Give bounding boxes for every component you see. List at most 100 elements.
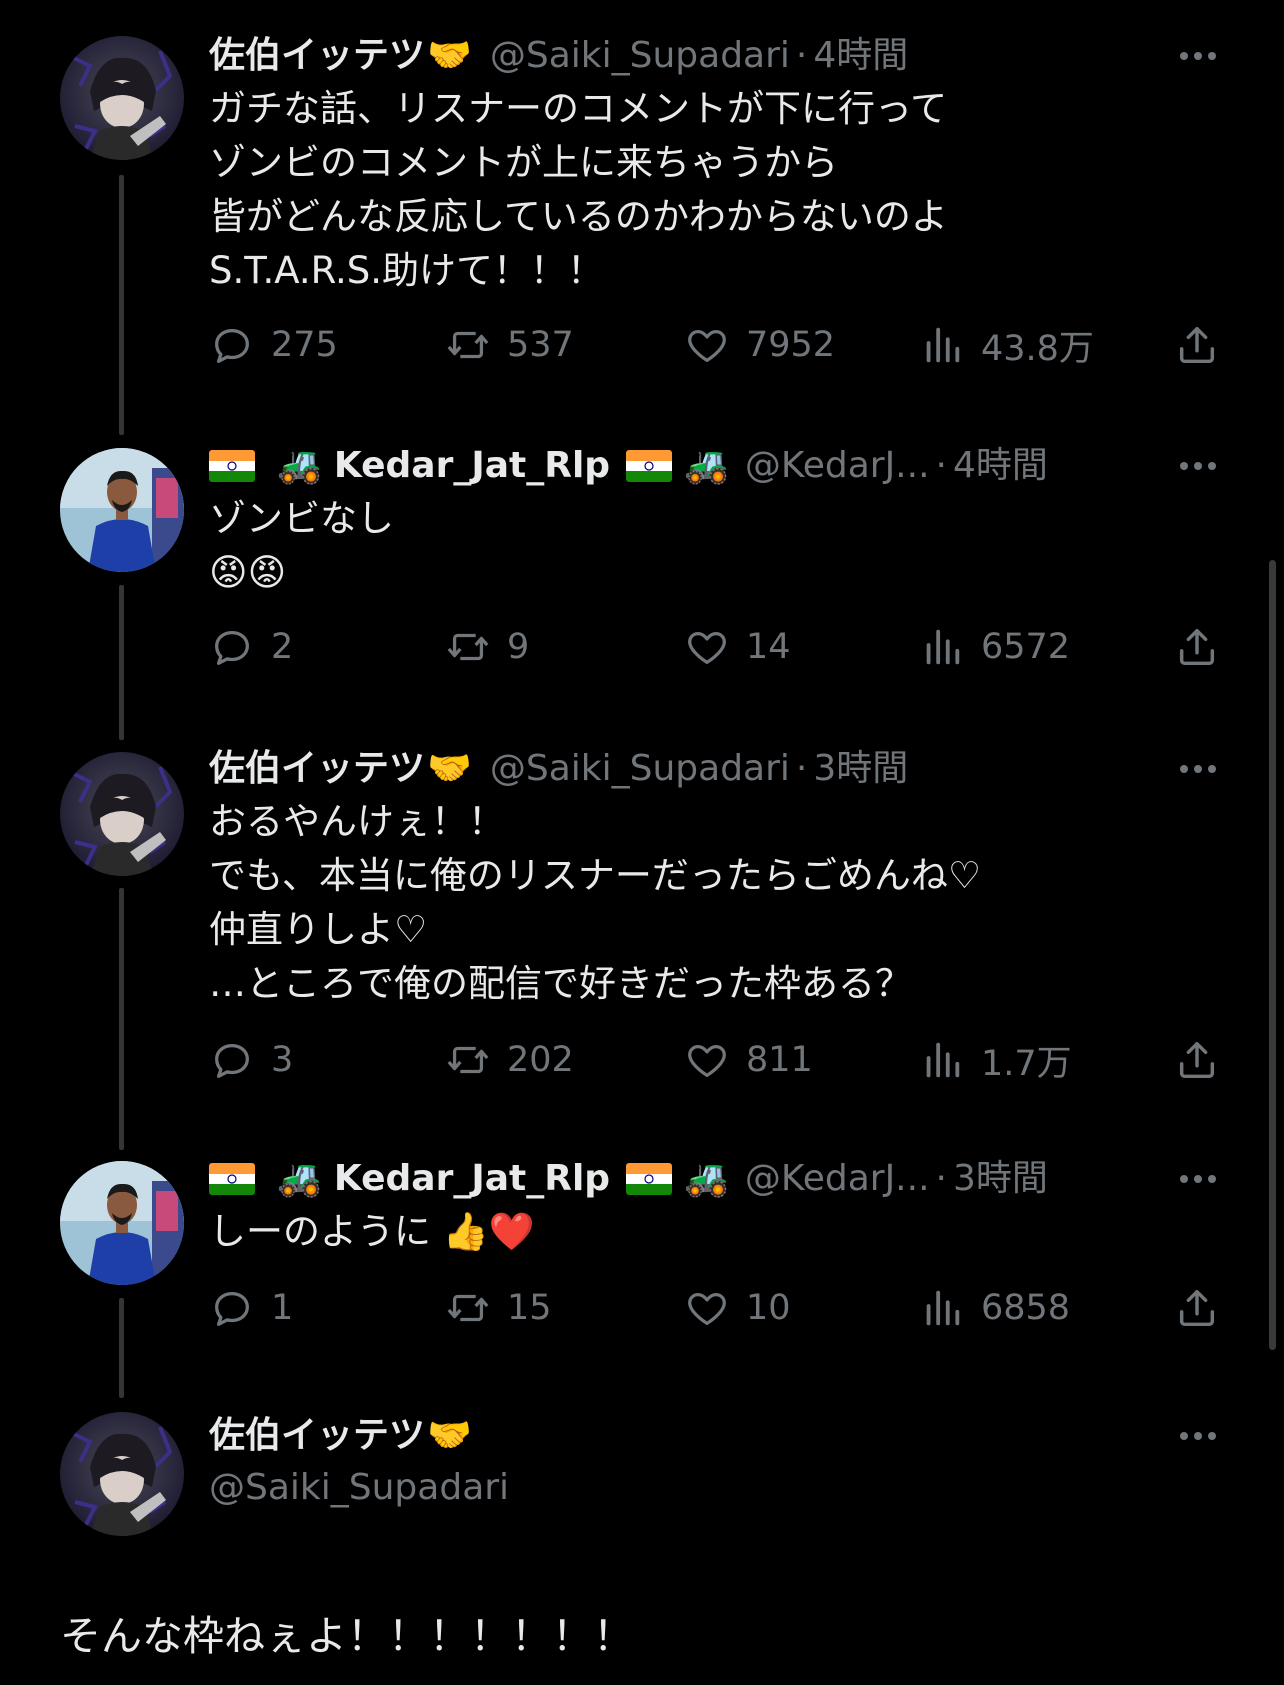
retweet-button[interactable]: 15: [445, 1283, 552, 1333]
timestamp[interactable]: 4時間: [953, 440, 1048, 492]
avatar-image: [60, 36, 184, 160]
reply-count: 275: [271, 325, 338, 365]
action-bar: 3 202 811 1.7万: [209, 1035, 1224, 1085]
reply-icon: [215, 328, 249, 363]
share-button[interactable]: [1174, 622, 1220, 672]
views-button[interactable]: 43.8万: [919, 320, 1094, 370]
heart-icon: [688, 1292, 726, 1325]
display-name[interactable]: 佐伯イッテツ: [209, 743, 425, 795]
timestamp[interactable]: 4時間: [813, 30, 908, 82]
reply-button[interactable]: 3: [209, 1035, 293, 1085]
action-bar: 275 537 7952 43.8万: [209, 320, 1224, 370]
retweet-count: 9: [507, 627, 530, 667]
retweet-button[interactable]: 202: [445, 1035, 574, 1085]
tweet-header: 佐伯イッテツ 🤝 @Saiki_Supadari · 4時間: [209, 30, 1224, 82]
retweet-count: 15: [507, 1288, 552, 1328]
reply-count: 3: [271, 1040, 294, 1080]
views-icon: [926, 1290, 960, 1326]
user-handle[interactable]: @Saiki_Supadari: [490, 743, 790, 795]
conversation-thread: 佐伯イッテツ 🤝 @Saiki_Supadari · 4時間 ガチな話、リスナー…: [0, 0, 1284, 1685]
action-bar: 1 15 10 6858: [209, 1283, 1224, 1333]
retweet-count: 537: [507, 325, 574, 365]
tweet-header: 佐伯イッテツ 🤝 @Saiki_Supadari · 3時間: [209, 743, 1224, 795]
avatar[interactable]: [60, 752, 184, 876]
tweet[interactable]: 佐伯イッテツ 🤝 @Saiki_Supadari · 3時間 おるやんけぇ！！ …: [0, 743, 1284, 1113]
timestamp[interactable]: 3時間: [813, 743, 908, 795]
user-handle[interactable]: @KedarJ...: [745, 440, 930, 492]
view-count: 43.8万: [981, 328, 1094, 369]
tweet-text: ガチな話、リスナーのコメントが下に行って ゾンビのコメントが上に来ちゃうから 皆…: [209, 87, 948, 292]
views-icon: [926, 629, 960, 665]
tweet-header: 佐伯イッテツ 🤝: [209, 1410, 1224, 1462]
scrollbar[interactable]: [1269, 560, 1276, 1350]
tweet[interactable]: 🚜 Kedar_Jat_Rlp 🚜 @KedarJ... · 4時間 ゾンビなし…: [0, 440, 1284, 720]
like-count: 14: [746, 627, 791, 667]
reply-button[interactable]: 275: [209, 320, 338, 370]
user-handle[interactable]: @Saiki_Supadari: [209, 1462, 509, 1514]
avatar[interactable]: [60, 1412, 184, 1536]
india-flag-icon: [626, 1163, 673, 1195]
display-name[interactable]: 佐伯イッテツ: [209, 30, 425, 82]
retweet-button[interactable]: 537: [445, 320, 574, 370]
tweet-text: しーのように 👍❤️: [209, 1210, 535, 1253]
like-button[interactable]: 14: [684, 622, 791, 672]
reply-icon: [215, 630, 249, 665]
avatar[interactable]: [60, 1161, 184, 1285]
avatar-image: [60, 1161, 184, 1285]
view-count: 6572: [981, 627, 1071, 667]
display-name[interactable]: Kedar_Jat_Rlp: [334, 1153, 610, 1205]
views-button[interactable]: 6858: [919, 1283, 1070, 1333]
tweet-text: おるやんけぇ！！ でも、本当に俺のリスナーだったらごめんね♡ 仲直りしよ♡ …と…: [209, 800, 982, 1005]
reply-button[interactable]: 1: [209, 1283, 293, 1333]
avatar[interactable]: [60, 448, 184, 572]
tractor-emoji: 🚜: [684, 1158, 729, 1199]
like-button[interactable]: 7952: [684, 320, 835, 370]
reply-icon: [215, 1043, 249, 1078]
more-icon[interactable]: [1172, 1159, 1224, 1199]
separator-dot: ·: [935, 445, 947, 486]
tweet[interactable]: 佐伯イッテツ 🤝 @Saiki_Supadari · 4時間 ガチな話、リスナー…: [0, 30, 1284, 410]
display-name[interactable]: Kedar_Jat_Rlp: [334, 440, 610, 492]
tweet[interactable]: 🚜 Kedar_Jat_Rlp 🚜 @KedarJ... · 3時間 しーのよう…: [0, 1153, 1284, 1343]
share-button[interactable]: [1174, 1035, 1220, 1085]
reply-button[interactable]: 2: [209, 622, 293, 672]
separator-dot: ·: [795, 748, 808, 789]
more-icon[interactable]: [1172, 36, 1224, 76]
handshake-emoji: 🤝: [427, 35, 472, 76]
tractor-emoji: 🚜: [277, 1158, 322, 1199]
view-count: 1.7万: [981, 1043, 1072, 1084]
handshake-emoji: 🤝: [427, 1415, 472, 1456]
tractor-emoji: 🚜: [277, 445, 322, 486]
main-tweet-text: そんな枠ねぇよ！！！！！！！: [60, 1612, 634, 1660]
user-handle[interactable]: @KedarJ...: [745, 1153, 930, 1205]
retweet-button[interactable]: 9: [445, 622, 529, 672]
share-icon: [1179, 1289, 1215, 1327]
tweet-header: 🚜 Kedar_Jat_Rlp 🚜 @KedarJ... · 4時間: [209, 440, 1224, 492]
like-button[interactable]: 811: [684, 1035, 813, 1085]
share-icon: [1179, 1041, 1215, 1079]
views-icon: [926, 1042, 960, 1078]
views-button[interactable]: 1.7万: [919, 1035, 1072, 1085]
tweet-header: 🚜 Kedar_Jat_Rlp 🚜 @KedarJ... · 3時間: [209, 1153, 1224, 1205]
retweet-icon: [447, 1046, 489, 1074]
views-button[interactable]: 6572: [919, 622, 1070, 672]
avatar[interactable]: [60, 36, 184, 160]
more-icon[interactable]: [1172, 446, 1224, 486]
india-flag-icon: [209, 1163, 255, 1195]
like-count: 7952: [746, 325, 836, 365]
avatar-image: [60, 448, 184, 572]
share-button[interactable]: [1174, 320, 1220, 370]
handle-row: @Saiki_Supadari: [209, 1462, 1224, 1514]
user-handle[interactable]: @Saiki_Supadari: [490, 30, 790, 82]
like-button[interactable]: 10: [684, 1283, 791, 1333]
display-name[interactable]: 佐伯イッテツ: [209, 1410, 425, 1462]
retweet-count: 202: [507, 1040, 574, 1080]
reply-count: 2: [271, 627, 294, 667]
share-icon: [1179, 326, 1215, 364]
timestamp[interactable]: 3時間: [953, 1153, 1048, 1205]
reply-count: 1: [271, 1288, 294, 1328]
more-icon[interactable]: [1172, 1416, 1224, 1456]
share-button[interactable]: [1174, 1283, 1220, 1333]
more-icon[interactable]: [1172, 749, 1224, 789]
separator-dot: ·: [935, 1158, 947, 1199]
